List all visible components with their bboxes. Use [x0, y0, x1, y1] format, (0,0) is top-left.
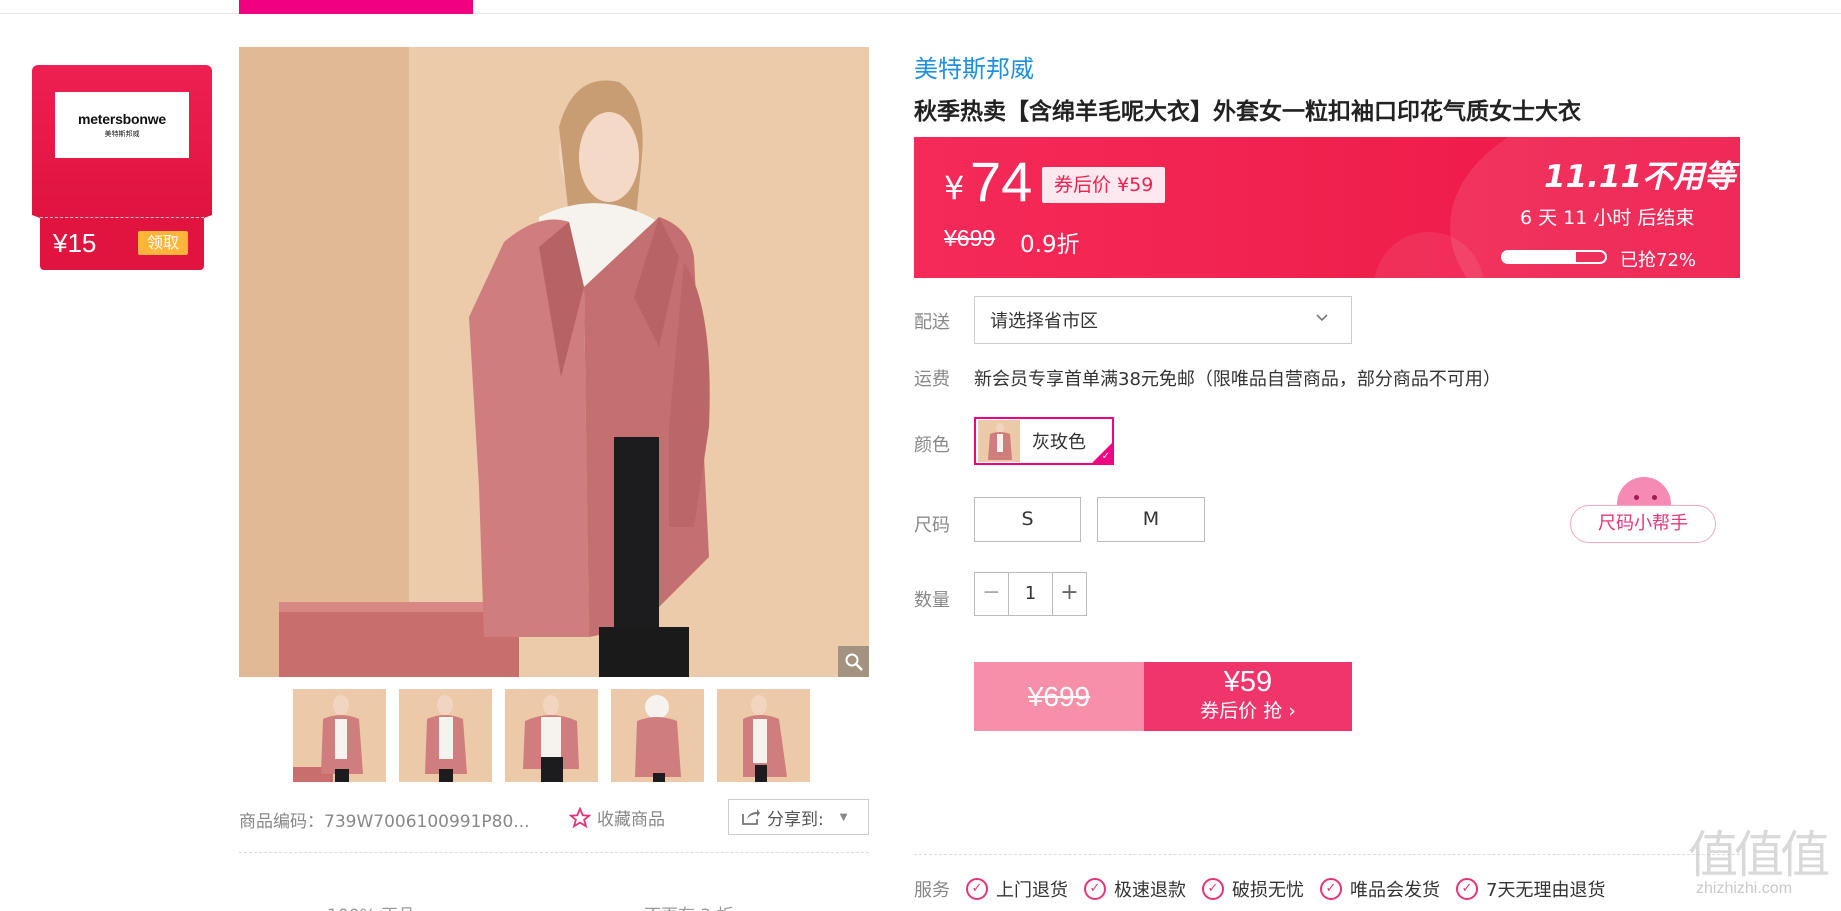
delivery-label: 配送 — [914, 312, 950, 333]
zoom-button[interactable] — [838, 646, 869, 677]
buy-coupon-action[interactable]: ¥59 券后价 抢 › — [1144, 662, 1352, 731]
buy-coupon-price: ¥59 — [1223, 666, 1273, 698]
shipping-info: 新会员专享首单满38元免邮（限唯品自营商品，部分商品不可用） — [974, 369, 1501, 390]
quantity-increase-button[interactable]: + — [1053, 573, 1086, 615]
countdown-timer: 6 天 11 小时 后结束 — [1520, 207, 1695, 229]
check-circle-icon: ✓ — [1456, 878, 1478, 900]
currency-symbol: ¥ — [944, 169, 965, 207]
star-icon — [569, 806, 591, 828]
region-select[interactable]: 请选择省市区 — [974, 296, 1352, 344]
product-meta-row: 商品编码：739W7006100991P80... 收藏商品 分享到: ▼ — [239, 799, 869, 835]
brand-logo-text: metersbonwe — [77, 111, 167, 127]
service-item: ✓ 上门退货 — [966, 876, 1068, 902]
size-option-m[interactable]: M — [1097, 497, 1205, 542]
brand-link[interactable]: 美特斯邦威 — [914, 49, 1034, 84]
thumbnail-3[interactable] — [505, 689, 598, 782]
service-item: ✓ 极速退款 — [1084, 876, 1186, 902]
promo-title: 11.11不用等 — [1544, 159, 1736, 195]
watermark-domain: zhizhizhi.com — [1696, 880, 1793, 897]
thumbnail-strip — [293, 689, 810, 782]
active-nav-indicator — [239, 0, 473, 14]
quantity-label: 数量 — [914, 590, 950, 611]
site-watermark: 值值值 zhizhizhi.com — [1688, 830, 1840, 898]
favorite-button[interactable]: 收藏商品 — [569, 805, 665, 830]
shipping-label: 运费 — [914, 369, 950, 390]
quantity-stepper: − 1 + — [974, 572, 1087, 616]
service-item: ✓ 破损无忧 — [1202, 876, 1304, 902]
size-helper-label: 尺码小帮手 — [1570, 505, 1716, 543]
service-guarantees: 服务 ✓ 上门退货 ✓ 极速退款 ✓ 破损无忧 ✓ 唯品会发货 ✓ 7天无理由退货 — [914, 876, 1621, 902]
checkmark-icon: ✓ — [1101, 451, 1110, 462]
color-option-selected[interactable]: 灰玫色 ✓ — [974, 417, 1114, 465]
check-circle-icon: ✓ — [1084, 878, 1106, 900]
region-select-value: 请选择省市区 — [990, 311, 1098, 332]
original-price: ¥699 — [944, 225, 996, 251]
share-label: 分享到: — [767, 809, 824, 830]
thumbnail-4[interactable] — [611, 689, 704, 782]
sku-label: 商品编码： — [239, 812, 324, 832]
share-dropdown[interactable]: 分享到: ▼ — [728, 799, 869, 835]
size-helper-button[interactable]: 尺码小帮手 — [1570, 475, 1718, 545]
buy-button[interactable]: ¥699 ¥59 券后价 抢 › — [974, 662, 1352, 731]
thumbnail-1[interactable] — [293, 689, 386, 782]
guarantee-genuine: 100% 正品 — [327, 901, 415, 911]
current-price: 74 — [970, 150, 1033, 213]
sku-code: 商品编码：739W7006100991P80... — [239, 807, 530, 832]
sku-value: 739W7006100991P80... — [324, 812, 530, 832]
product-photo — [239, 47, 869, 677]
quantity-decrease-button[interactable]: − — [975, 573, 1008, 615]
quantity-input[interactable]: 1 — [1008, 573, 1053, 615]
buy-action-label: 券后价 抢 › — [1200, 700, 1296, 722]
caret-down-icon: ▼ — [839, 811, 848, 823]
color-label: 颜色 — [914, 435, 950, 456]
watermark-glyphs: 值值值 — [1688, 826, 1830, 884]
after-coupon-price-tag: 券后价 ¥59 — [1042, 167, 1166, 203]
sold-progress-fill — [1503, 252, 1577, 262]
discount-rate: 0.9折 — [1020, 232, 1080, 258]
thumbnail-2[interactable] — [399, 689, 492, 782]
check-circle-icon: ✓ — [1320, 878, 1342, 900]
share-icon — [742, 809, 760, 825]
divider-left — [239, 852, 869, 853]
color-name: 灰玫色 — [1032, 432, 1086, 453]
favorite-label: 收藏商品 — [597, 810, 665, 830]
buy-original-price: ¥699 — [974, 662, 1144, 731]
color-swatch-image — [978, 420, 1020, 462]
guarantee-discount: 不再有 3 折 — [644, 901, 734, 911]
check-circle-icon: ✓ — [966, 878, 988, 900]
service-item: ✓ 唯品会发货 — [1320, 876, 1440, 902]
brand-logo-subtext: 美特斯邦威 — [104, 130, 140, 138]
service-item: ✓ 7天无理由退货 — [1456, 876, 1605, 902]
claim-coupon-button[interactable]: 领取 — [138, 231, 188, 255]
coupon-header: metersbonwe 美特斯邦威 — [32, 65, 212, 249]
brand-logo: metersbonwe 美特斯邦威 — [55, 92, 189, 158]
check-circle-icon: ✓ — [1202, 878, 1224, 900]
size-option-s[interactable]: S — [974, 497, 1081, 542]
divider-right — [914, 854, 1740, 855]
thumbnail-5[interactable] — [717, 689, 810, 782]
service-label: 服务 — [914, 880, 950, 901]
main-product-image[interactable] — [239, 47, 869, 677]
coupon-amount: ¥15 — [53, 228, 97, 258]
sold-progress-bar — [1501, 250, 1607, 264]
coupon-footer: ¥15 领取 — [40, 217, 204, 270]
chevron-down-icon — [1315, 311, 1329, 327]
price-banner: ¥ 74 券后价 ¥59 ¥699 0.9折 11.11不用等 6 天 11 小… — [914, 137, 1740, 278]
size-label: 尺码 — [914, 515, 950, 536]
store-coupon-card[interactable]: metersbonwe 美特斯邦威 ¥15 领取 — [32, 65, 212, 270]
product-title: 秋季热卖【含绵羊毛呢大衣】外套女一粒扣袖口印花气质女士大衣 — [914, 99, 1581, 125]
magnifier-icon — [845, 653, 863, 671]
sold-progress-text: 已抢72% — [1620, 250, 1697, 271]
